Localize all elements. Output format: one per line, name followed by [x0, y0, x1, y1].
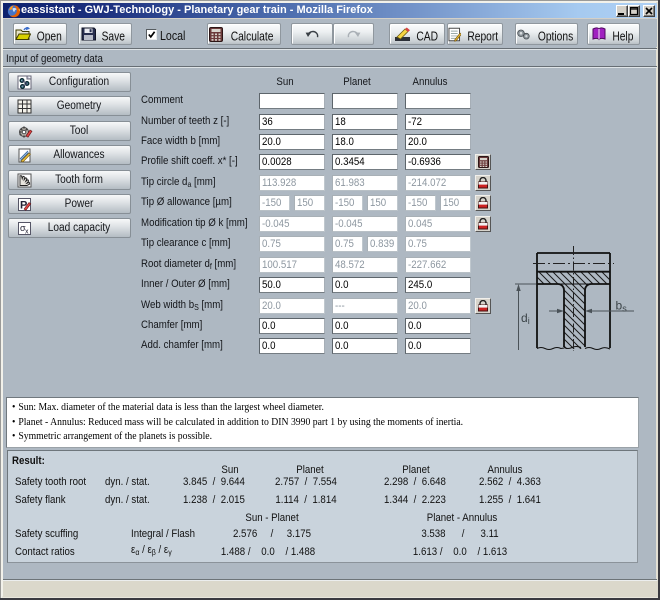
svg-text:x: x	[25, 229, 29, 236]
svg-text:di: di	[521, 311, 530, 326]
svg-text:bs: bs	[616, 299, 628, 314]
